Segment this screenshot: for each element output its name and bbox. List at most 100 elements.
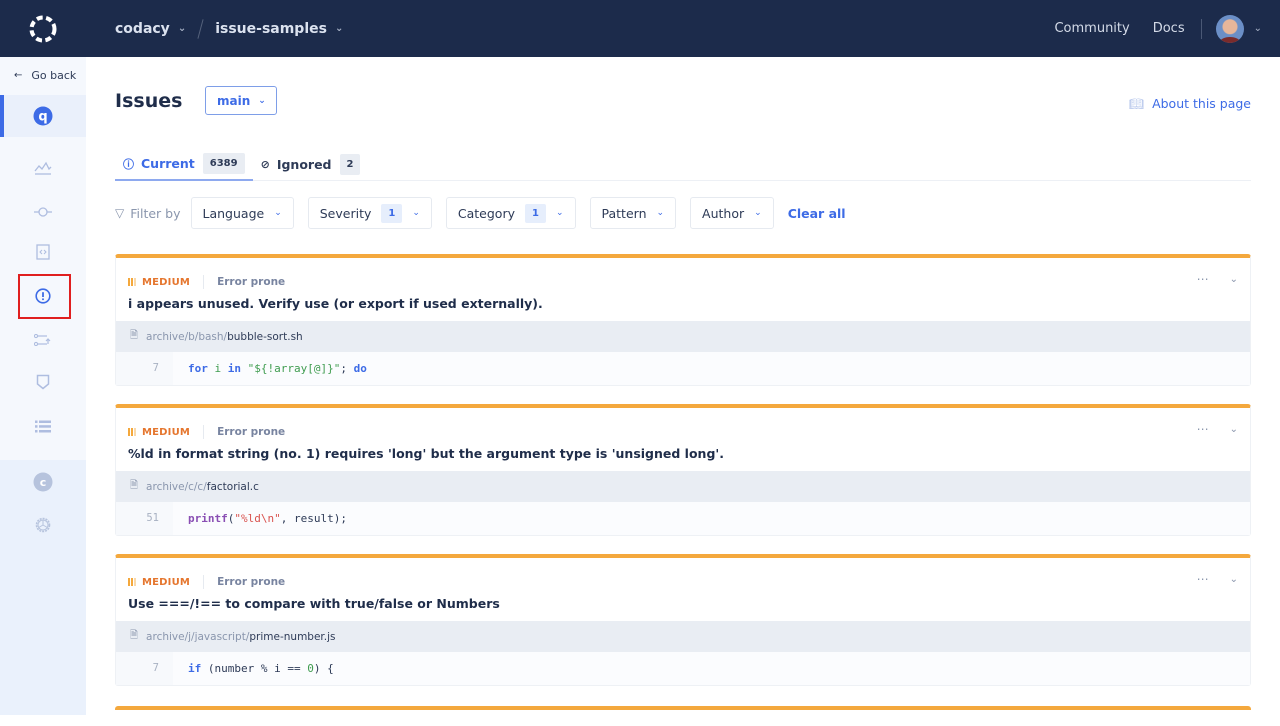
category-label: Error prone	[217, 276, 286, 288]
code-line: if (number % i == 0) {	[173, 652, 1250, 685]
about-label: About this page	[1152, 96, 1251, 111]
code-snippet: 7 if (number % i == 0) {	[116, 652, 1250, 685]
file-path[interactable]: 🗎︎ archive/c/c/factorial.c	[116, 471, 1250, 502]
divider	[203, 275, 205, 289]
filter-pattern[interactable]: Pattern ⌄	[589, 197, 677, 229]
filter-severity[interactable]: Severity 1 ⌄	[307, 197, 432, 229]
file-icon: 🗎︎	[130, 330, 139, 341]
filter-icon: ▽	[115, 206, 125, 220]
severity-badge: MEDIUM	[128, 577, 190, 588]
issue-tabs: ⓘ Current 6389 ⊘ Ignored 2	[115, 148, 1251, 181]
sidebar: ← Go back q c	[0, 57, 86, 715]
issue-card-partial[interactable]	[115, 706, 1251, 726]
sidebar-item-repository[interactable]: q	[0, 96, 86, 136]
chevron-down-icon[interactable]: ⌄	[1230, 424, 1238, 435]
issues-highlight-box	[18, 274, 71, 319]
filter-name: Author	[702, 205, 745, 221]
file-icon: 🗎︎	[130, 630, 139, 641]
go-back-link[interactable]: ← Go back	[14, 69, 76, 82]
sidebar-item-logs[interactable]	[0, 406, 86, 446]
breadcrumb-separator	[197, 18, 204, 39]
sidebar-item-settings[interactable]	[0, 505, 86, 545]
tab-ignored[interactable]: ⊘ Ignored 2	[253, 148, 369, 180]
code-line: for i in "${!array[@]}"; do	[173, 352, 1250, 385]
path-prefix: archive/c/c/	[146, 480, 207, 493]
branch-name: main	[217, 93, 251, 108]
issue-title[interactable]: Use ===/!== to compare with true/false o…	[128, 596, 500, 611]
tab-label: Current	[141, 156, 195, 171]
codacy-logo[interactable]	[0, 0, 86, 57]
code-snippet: 51 printf("%ld\n", result);	[116, 502, 1250, 535]
filter-count-badge: 1	[525, 203, 546, 223]
filter-name: Category	[457, 205, 515, 221]
issue-card[interactable]: MEDIUM Error prone ⋯ ⌄ i appears unused.…	[115, 254, 1251, 386]
go-back-label: Go back	[31, 69, 77, 82]
issue-title[interactable]: i appears unused. Verify use (or export …	[128, 296, 543, 311]
alert-circle-icon: ⓘ	[123, 157, 134, 171]
severity-label: MEDIUM	[142, 576, 191, 588]
issue-title[interactable]: %ld in format string (no. 1) requires 'l…	[128, 446, 724, 461]
filter-name: Pattern	[601, 205, 647, 221]
org-selector[interactable]: codacy ⌄	[115, 21, 186, 37]
chart-icon	[34, 161, 52, 175]
clear-all-button[interactable]: Clear all	[788, 206, 846, 221]
branch-selector[interactable]: main ⌄	[205, 86, 278, 115]
path-prefix: archive/j/javascript/	[146, 630, 250, 643]
sidebar-item-dashboard[interactable]	[0, 148, 86, 188]
sidebar-item-pull-requests[interactable]	[0, 320, 86, 360]
gear-icon	[35, 517, 51, 533]
page-title: Issues	[115, 89, 183, 112]
filter-label-text: Filter by	[130, 205, 181, 221]
severity-bars-icon	[128, 578, 137, 586]
file-name: bubble-sort.sh	[227, 330, 303, 343]
chevron-down-icon: ⌄	[177, 23, 187, 34]
file-path[interactable]: 🗎︎ archive/b/bash/bubble-sort.sh	[116, 321, 1250, 352]
repo-selector[interactable]: issue-samples ⌄	[215, 21, 343, 37]
file-icon: 🗎︎	[130, 480, 139, 491]
severity-badge: MEDIUM	[128, 277, 190, 288]
filter-author[interactable]: Author ⌄	[690, 197, 774, 229]
organization-avatar-icon: c	[33, 472, 53, 492]
category-label: Error prone	[217, 426, 286, 438]
line-number: 51	[116, 502, 173, 535]
svg-text:q: q	[38, 110, 47, 125]
file-path[interactable]: 🗎︎ archive/j/javascript/prime-number.js	[116, 621, 1250, 652]
about-this-page-link[interactable]: 📖︎ About this page	[1129, 96, 1251, 111]
issue-card[interactable]: MEDIUM Error prone ⋯ ⌄ Use ===/!== to co…	[115, 554, 1251, 686]
sidebar-item-files[interactable]	[0, 232, 86, 272]
chevron-down-icon[interactable]: ⌄	[1230, 574, 1238, 585]
filter-by-label: ▽ Filter by	[115, 206, 181, 221]
tab-count-badge: 2	[339, 153, 361, 175]
more-options-icon[interactable]: ⋯	[1197, 422, 1210, 436]
more-options-icon[interactable]: ⋯	[1197, 272, 1210, 286]
user-avatar[interactable]	[1215, 14, 1244, 43]
filter-category[interactable]: Category 1 ⌄	[445, 197, 576, 229]
chevron-down-icon: ⌄	[334, 23, 344, 34]
filter-bar: ▽ Filter by Language ⌄ Severity 1 ⌄ Cate…	[115, 197, 846, 229]
org-name: codacy	[115, 20, 170, 37]
severity-badge: MEDIUM	[128, 427, 190, 438]
filter-language[interactable]: Language ⌄	[190, 197, 294, 229]
sidebar-item-commits[interactable]	[0, 192, 86, 232]
chevron-down-icon[interactable]: ⌄	[1254, 23, 1262, 34]
divider	[203, 425, 205, 439]
divider	[203, 575, 205, 589]
severity-label: MEDIUM	[142, 276, 191, 288]
docs-link[interactable]: Docs	[1153, 21, 1185, 36]
repo-name: issue-samples	[215, 20, 327, 37]
chevron-down-icon[interactable]: ⌄	[1230, 274, 1238, 285]
chevron-down-icon: ⌄	[274, 208, 282, 218]
list-icon	[35, 420, 51, 432]
community-link[interactable]: Community	[1054, 21, 1129, 36]
chevron-down-icon: ⌄	[412, 208, 420, 218]
sidebar-item-organization[interactable]: c	[0, 462, 86, 502]
breadcrumb: codacy ⌄ issue-samples ⌄	[115, 18, 343, 39]
tab-current[interactable]: ⓘ Current 6389	[115, 148, 253, 181]
arrow-left-icon: ←	[14, 70, 23, 81]
svg-text:c: c	[40, 476, 47, 489]
issue-card[interactable]: MEDIUM Error prone ⋯ ⌄ %ld in format str…	[115, 404, 1251, 536]
file-name: prime-number.js	[249, 630, 336, 643]
filter-name: Language	[202, 205, 265, 221]
more-options-icon[interactable]: ⋯	[1197, 572, 1210, 586]
sidebar-item-security[interactable]	[0, 362, 86, 402]
